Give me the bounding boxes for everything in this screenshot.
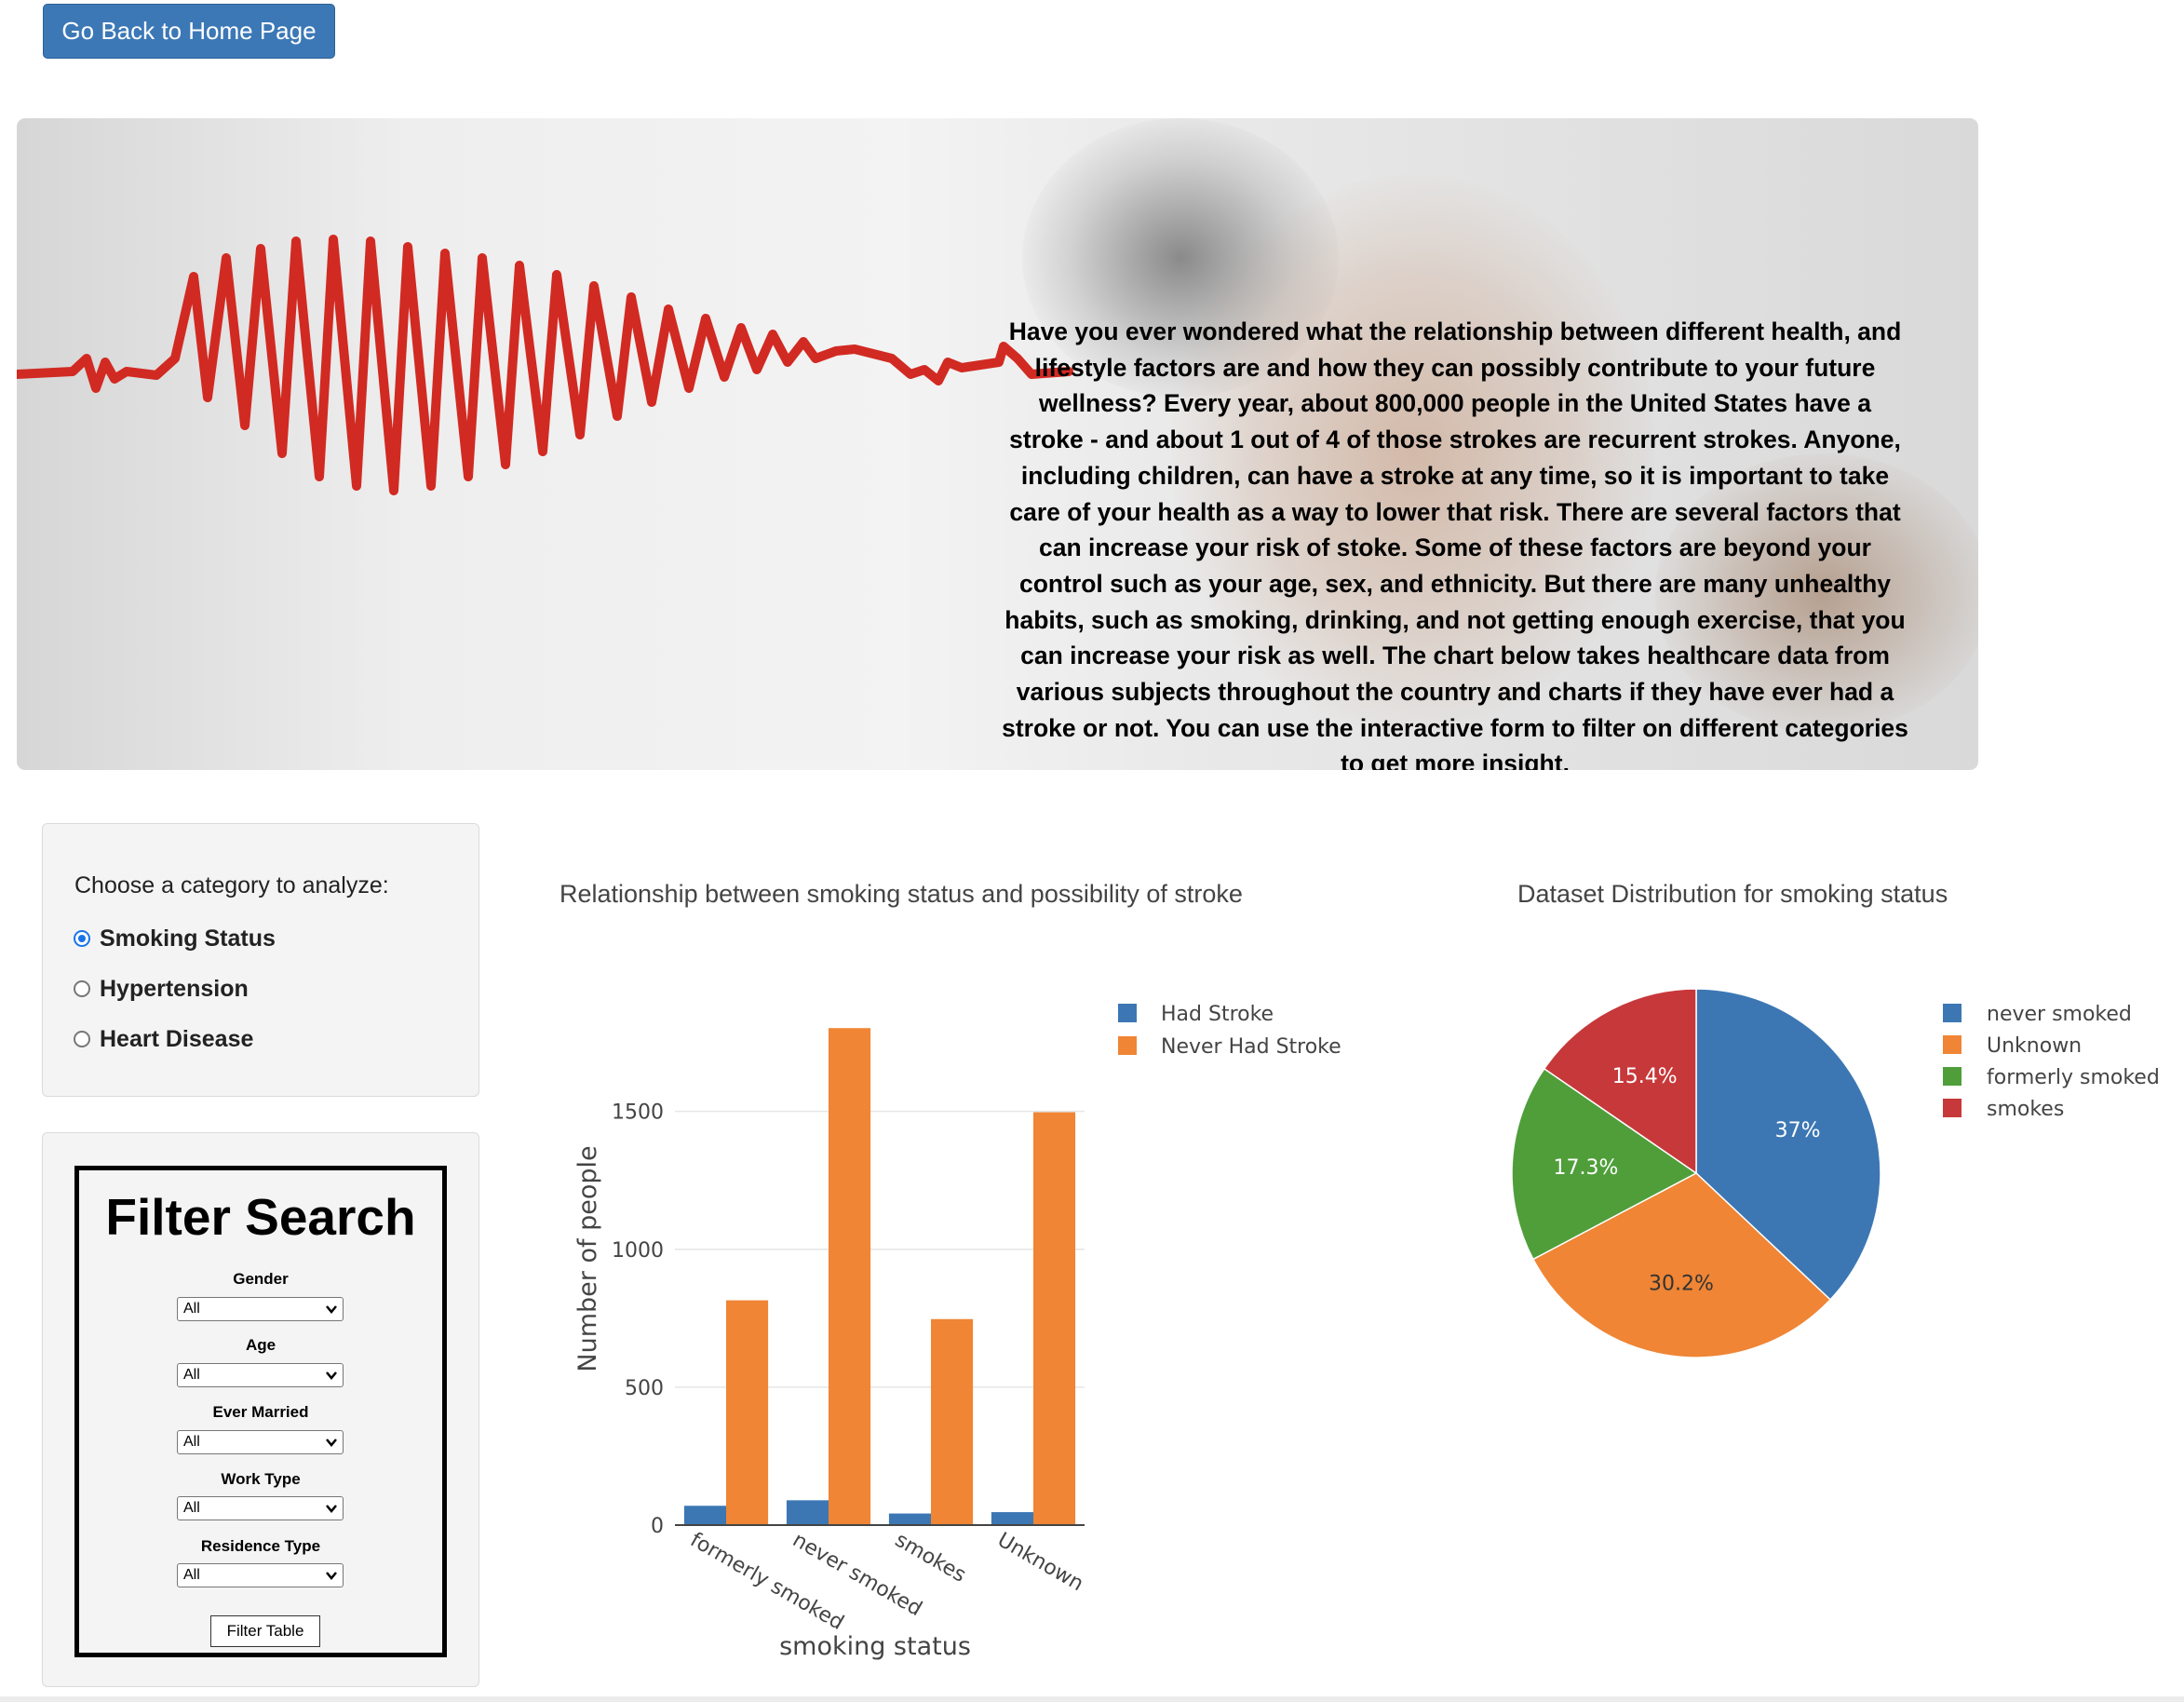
pie-chart: 37% 30.2% 17.3% 15.4% never smoked Unknown for… [1511,988,2160,1358]
pie-chart-title: Dataset Distribution for smoking status [1517,880,1948,908]
bar-had-stroke[interactable] [991,1512,1033,1525]
radio-hypertension[interactable]: Hypertension [74,970,249,1007]
legend-label: never smoked [1987,1003,2132,1026]
legend-swatch [1943,1067,1962,1086]
radio-label: Smoking Status [100,925,276,952]
select-value: All [183,1301,200,1317]
home-button[interactable]: Go Back to Home Page [43,4,335,59]
legend-label: formerly smoked [1987,1066,2160,1089]
select-value: All [183,1367,200,1383]
legend-label: Never Had Stroke [1161,1035,1341,1059]
gender-label: Gender [233,1270,289,1288]
chevron-down-icon [326,1572,337,1580]
legend-swatch [1943,1004,1962,1022]
radio-label: Heart Disease [100,1025,254,1052]
x-tick-label: Unknown [993,1529,1087,1597]
category-prompt: Choose a category to analyze: [74,872,389,898]
y-tick-label: 1000 [612,1239,664,1263]
pie-slice-label: 37% [1775,1119,1821,1142]
radio-smoking-status[interactable]: Smoking Status [74,920,276,957]
ever-married-select[interactable]: All [177,1430,344,1454]
residence-type-label: Residence Type [200,1537,321,1555]
radio-heart-disease[interactable]: Heart Disease [74,1020,253,1058]
ever-married-label: Ever Married [212,1403,309,1421]
filter-title: Filter Search [105,1188,416,1246]
age-label: Age [245,1336,276,1354]
x-axis-title: smoking status [779,1632,971,1661]
bar-never-had-stroke[interactable] [1033,1112,1076,1525]
bar-had-stroke[interactable] [683,1506,726,1525]
pie-slice-label: 17.3% [1553,1156,1618,1180]
y-tick-label: 0 [651,1515,664,1538]
chevron-down-icon [326,1305,337,1314]
pie-slice-label: 30.2% [1649,1273,1714,1296]
gender-select[interactable]: All [177,1297,344,1321]
page-bottom-edge [0,1696,2184,1702]
bar-never-had-stroke[interactable] [829,1028,871,1525]
legend-label: Had Stroke [1161,1003,1274,1026]
hero-banner: Have you ever wondered what the relation… [17,118,1978,770]
select-value: All [183,1434,200,1450]
select-value: All [183,1500,200,1516]
radio-button[interactable] [74,1031,90,1047]
bar-chart: 050010001500formerly smokednever smokeds… [573,1003,1341,1661]
bar-never-had-stroke[interactable] [931,1318,974,1525]
legend-label: smokes [1987,1098,2064,1121]
legend-swatch [1118,1004,1137,1022]
chevron-down-icon [326,1505,337,1513]
chevron-down-icon [326,1371,337,1380]
y-tick-label: 500 [625,1377,664,1400]
y-axis-title: Number of people [573,1145,602,1371]
radio-label: Hypertension [100,975,249,1002]
legend-swatch [1118,1036,1137,1055]
bar-chart-title: Relationship between smoking status and … [559,880,1243,908]
hero-intro-text: Have you ever wondered what the relation… [1002,317,1908,770]
pie-slice-label: 15.4% [1612,1065,1678,1088]
bar-never-had-stroke[interactable] [726,1300,769,1525]
radio-button[interactable] [74,980,90,997]
legend-swatch [1943,1035,1962,1054]
chevron-down-icon [326,1439,337,1447]
filter-form: Filter Search Gender All Age All Ever Ma… [74,1166,447,1657]
x-tick-label: smokes [891,1529,970,1587]
y-tick-label: 1500 [612,1101,664,1125]
legend-swatch [1943,1099,1962,1117]
residence-type-select[interactable]: All [177,1563,344,1587]
age-select[interactable]: All [177,1363,344,1387]
work-type-select[interactable]: All [177,1496,344,1520]
bar-had-stroke[interactable] [786,1500,829,1525]
filter-panel: Filter Search Gender All Age All Ever Ma… [42,1132,479,1687]
bar-had-stroke[interactable] [888,1513,931,1525]
select-value: All [183,1567,200,1583]
work-type-label: Work Type [221,1470,301,1488]
radio-button-selected[interactable] [74,930,90,947]
category-panel: Choose a category to analyze: Smoking St… [42,823,479,1097]
filter-table-button[interactable]: Filter Table [210,1615,320,1647]
legend-label: Unknown [1987,1034,2082,1058]
